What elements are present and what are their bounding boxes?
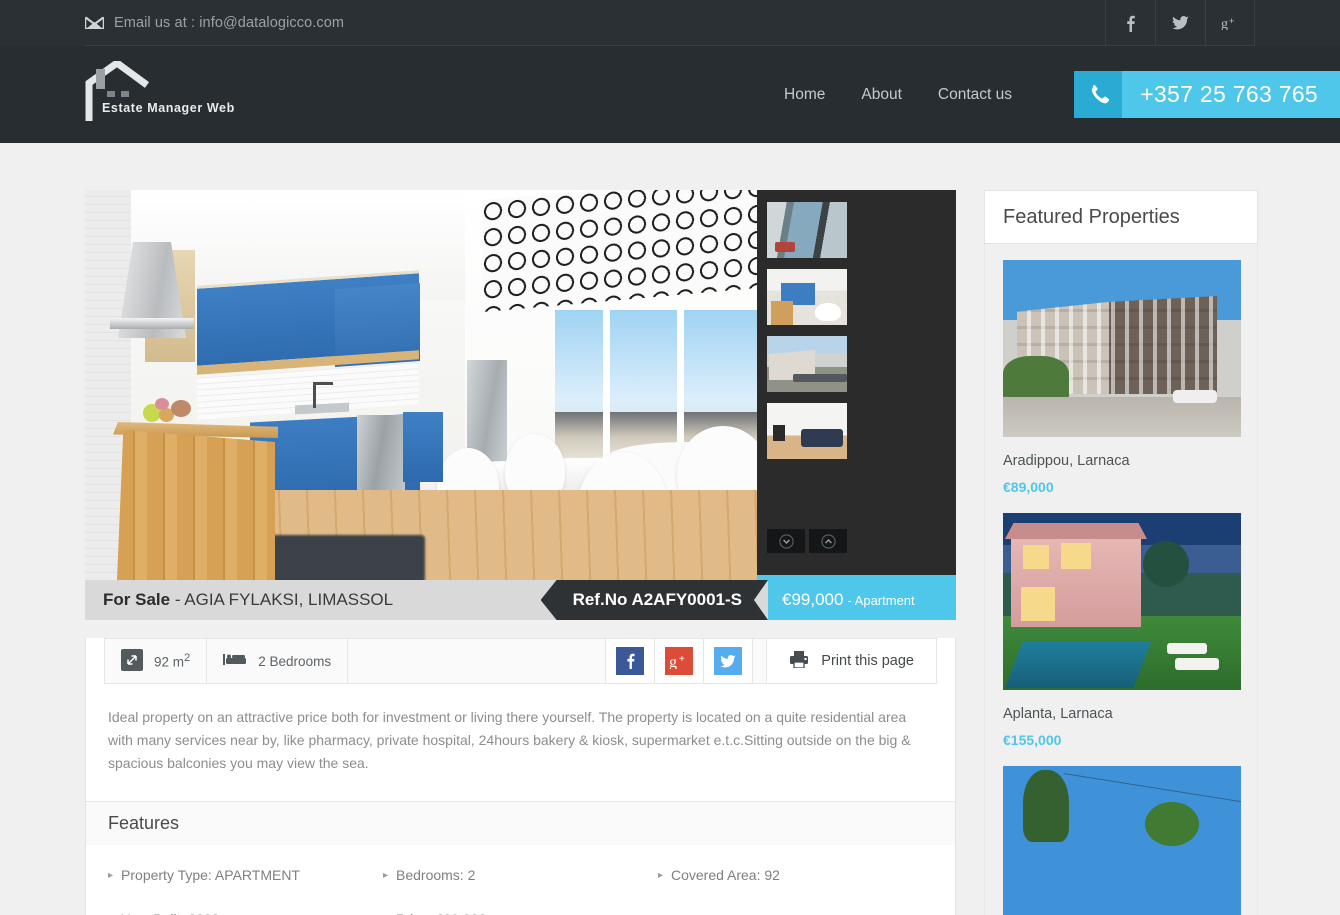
info-spacer — [348, 639, 607, 683]
featured-property-item[interactable]: Aradippou, Larnaca €89,000 — [1003, 260, 1241, 495]
nav-item-about[interactable]: About — [843, 46, 920, 143]
social-links: g + — [1105, 0, 1255, 46]
facebook-icon — [616, 647, 645, 675]
area-info: 92 m2 — [105, 639, 208, 683]
sidebar-title: Featured Properties — [984, 190, 1258, 244]
gallery-thumbnail[interactable] — [767, 269, 847, 325]
bedrooms-info: 2 Bedrooms — [207, 639, 349, 683]
gallery-thumbnails — [757, 190, 956, 580]
featured-properties-sidebar: Featured Properties Aradippou, Larnaca €… — [984, 190, 1258, 915]
property-info-strip: 92 m2 2 Bedrooms g + Print this page — [104, 638, 937, 684]
featured-property-item[interactable] — [1003, 766, 1241, 915]
twitter-icon[interactable] — [1155, 0, 1205, 46]
featured-property-location: Aplanta, Larnaca — [1003, 706, 1113, 722]
bullet-arrow-icon: ▸ — [108, 870, 114, 881]
property-reference: Ref.No A2AFY0001-S — [541, 580, 768, 620]
bullet-arrow-icon: ▸ — [383, 911, 388, 915]
bullet-arrow-icon: ▸ — [657, 870, 663, 881]
features-list: ▸ Property Type: APARTMENT ▸ Bedrooms: 2 ▸… — [86, 845, 955, 915]
phone-block[interactable]: +357 25 763 765 — [1074, 71, 1340, 118]
bullet-arrow-icon: ▸ — [382, 870, 388, 881]
site-logo[interactable]: Estate Manager Web — [85, 60, 315, 125]
featured-property-image[interactable] — [1003, 766, 1241, 915]
phone-number[interactable]: +357 25 763 765 — [1122, 71, 1340, 118]
feature-item: ▸Year Built: 2008 — [108, 911, 383, 915]
email-contact[interactable]: Email us at : info@datalogicco.com — [84, 0, 345, 46]
printer-icon — [789, 650, 809, 672]
nav-item-home[interactable]: Home — [766, 46, 843, 143]
area-value: 92 m2 — [154, 652, 191, 670]
property-description: Ideal property on an attractive price bo… — [108, 709, 911, 771]
svg-text:g: g — [669, 654, 677, 669]
property-detail-column: For Sale - AGIA FYLAKSI, LIMASSOL Ref.No… — [85, 190, 956, 915]
previous-image-button[interactable] — [809, 529, 847, 553]
nav-item-contact-us[interactable]: Contact us — [920, 46, 1030, 143]
share-print-gap — [753, 639, 768, 683]
site-header: Estate Manager Web Home About Contact us… — [0, 46, 1340, 143]
featured-property-price: €89,000 — [1003, 479, 1054, 495]
property-gallery — [85, 190, 956, 580]
logo-text: Estate Manager Web — [102, 100, 235, 115]
feature-item: ▸ Bedrooms: 2 — [382, 867, 476, 883]
property-type: - Apartment — [847, 592, 915, 608]
property-title: For Sale - AGIA FYLAKSI, LIMASSOL — [85, 590, 393, 610]
svg-text:+: + — [1229, 16, 1234, 26]
featured-property-image[interactable] — [1003, 513, 1241, 690]
feature-item: ▸ Covered Area: 92 — [657, 867, 780, 883]
print-page-button[interactable]: Print this page — [767, 639, 936, 683]
property-status: For Sale — [103, 590, 171, 609]
phone-icon — [1074, 71, 1123, 118]
area-icon — [121, 648, 143, 674]
page-body: For Sale - AGIA FYLAKSI, LIMASSOL Ref.No… — [0, 143, 1340, 915]
property-price: €99,000 — [782, 590, 844, 609]
facebook-share-button[interactable] — [606, 639, 656, 683]
bedrooms-value: 2 Bedrooms — [258, 653, 332, 669]
twitter-icon — [714, 647, 743, 675]
gallery-thumbnail[interactable] — [767, 403, 847, 459]
property-info-card: 92 m2 2 Bedrooms g + Print this page Ide… — [85, 638, 956, 915]
gallery-thumbnail[interactable] — [767, 336, 847, 392]
googleplus-icon[interactable]: g + — [1205, 0, 1255, 46]
property-title-bar: For Sale - AGIA FYLAKSI, LIMASSOL Ref.No… — [85, 580, 956, 620]
googleplus-icon: g + — [665, 647, 694, 675]
svg-text:g: g — [1221, 17, 1228, 30]
gallery-thumbnail[interactable] — [767, 202, 847, 258]
bullet-arrow-icon: ▸ — [108, 911, 113, 915]
feature-item: ▸ Property Type: APARTMENT — [108, 867, 300, 883]
email-text: Email us at : info@datalogicco.com — [114, 15, 345, 31]
bed-icon — [223, 652, 247, 670]
print-label: Print this page — [821, 653, 914, 669]
featured-property-location: Aradippou, Larnaca — [1003, 453, 1130, 469]
property-price-badge: €99,000 - Apartment — [768, 580, 956, 620]
featured-property-price: €155,000 — [1003, 732, 1062, 748]
twitter-share-button[interactable] — [704, 639, 754, 683]
main-navigation: Home About Contact us — [766, 46, 1030, 143]
next-image-button[interactable] — [767, 529, 805, 553]
googleplus-share-button[interactable]: g + — [655, 639, 705, 683]
envelope-icon — [84, 16, 105, 30]
featured-property-item[interactable]: Aplanta, Larnaca €155,000 — [1003, 513, 1241, 748]
featured-property-image[interactable] — [1003, 260, 1241, 437]
top-bar: Email us at : info@datalogicco.com g + — [0, 0, 1340, 46]
property-location: - AGIA FYLAKSI, LIMASSOL — [174, 590, 394, 609]
featured-properties-list: Aradippou, Larnaca €89,000 Aplanta, Larn… — [984, 244, 1258, 915]
features-heading: Features — [86, 801, 955, 845]
house-logo-icon — [85, 60, 150, 121]
facebook-icon[interactable] — [1105, 0, 1155, 46]
feature-item: ▸Price: €99.000 — [383, 911, 658, 915]
gallery-main-image[interactable] — [85, 190, 757, 580]
svg-text:+: + — [679, 654, 685, 665]
